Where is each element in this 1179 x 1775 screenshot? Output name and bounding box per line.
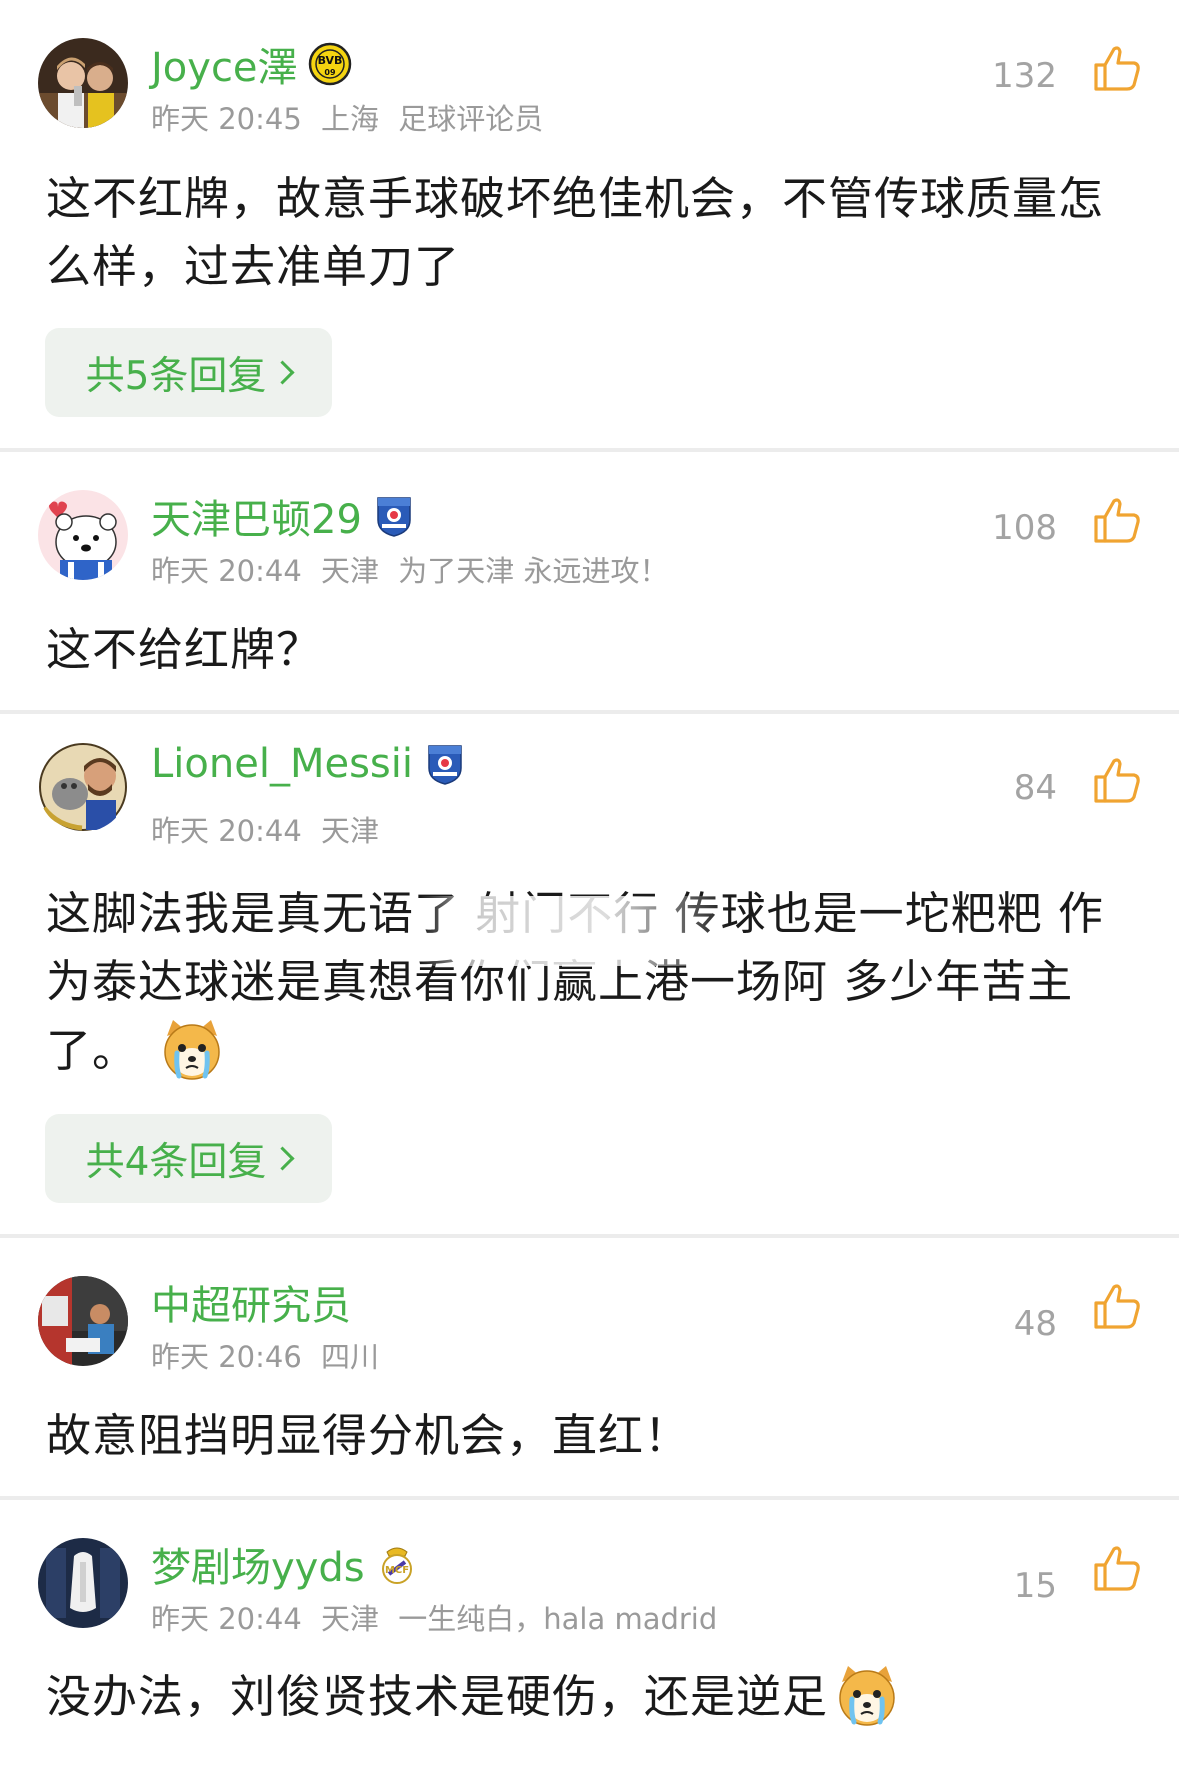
username[interactable]: Lionel_Messii: [151, 741, 413, 787]
chevron-right-icon: [270, 360, 295, 385]
location: 上海: [321, 102, 380, 136]
comment-text: 故意阻挡明显得分机会，直红！: [46, 1409, 691, 1462]
location: 天津: [321, 554, 380, 588]
thumbs-up-icon[interactable]: [1092, 755, 1142, 805]
like-count: 132: [992, 56, 1057, 96]
comment-meta: 昨天 20:44 天津 一生纯白，hala madrid: [151, 1596, 727, 1638]
view-replies-button[interactable]: 共4条回复: [45, 1114, 332, 1203]
comment-meta: 昨天 20:46 四川: [151, 1334, 389, 1376]
timestamp: 昨天 20:44: [151, 1602, 302, 1636]
svg-text:09: 09: [324, 68, 336, 77]
blur-overlay: [420, 896, 730, 966]
svg-text:MCF: MCF: [385, 1565, 409, 1576]
like-count: 84: [1013, 768, 1057, 808]
comment-meta: 昨天 20:44 天津 为了天津 永远进攻！: [151, 548, 678, 590]
avatar[interactable]: [38, 1276, 128, 1366]
thumbs-up-icon[interactable]: [1092, 43, 1142, 93]
avatar[interactable]: [38, 490, 128, 580]
comment-item: Joyce澤 BVB 09 昨天 20:45 上海 足球评论员 132 这不红牌…: [0, 0, 1179, 448]
comment-text-content: 没办法，刘俊贤技术是硬伤，还是逆足: [46, 1670, 829, 1723]
avatar[interactable]: [38, 742, 128, 832]
tianjin-club-badge-icon: [372, 494, 416, 538]
thumbs-up-icon[interactable]: [1092, 1543, 1142, 1593]
username[interactable]: 梦剧场yyds: [151, 1535, 365, 1593]
thumbs-up-icon[interactable]: [1092, 495, 1142, 545]
like-count: 15: [1013, 1566, 1057, 1606]
replies-label: 共5条回复: [85, 353, 267, 399]
comment-text-line: 了。: [46, 1024, 139, 1077]
user-tag: 一生纯白，hala madrid: [398, 1602, 718, 1636]
chevron-right-icon: [270, 1146, 295, 1171]
avatar[interactable]: [38, 38, 128, 128]
tianjin-club-badge-icon: [423, 742, 467, 786]
comment-meta: 昨天 20:45 上海 足球评论员: [151, 96, 553, 138]
user-tag: 为了天津 永远进攻！: [398, 554, 669, 588]
comment-item: 中超研究员 昨天 20:46 四川 48 故意阻挡明显得分机会，直红！: [0, 1238, 1179, 1496]
svg-text:BVB: BVB: [317, 54, 342, 67]
name-row: Lionel_Messii: [151, 738, 467, 790]
like-count: 48: [1013, 1304, 1057, 1344]
name-row: 天津巴顿29: [151, 487, 416, 545]
like-count: 108: [992, 508, 1057, 548]
view-replies-button[interactable]: 共5条回复: [45, 328, 332, 417]
real-madrid-badge-icon: MCF: [375, 1542, 419, 1586]
name-row: 中超研究员: [151, 1273, 351, 1331]
comment-feed: Joyce澤 BVB 09 昨天 20:45 上海 足球评论员 132 这不红牌…: [0, 0, 1179, 1775]
username[interactable]: 中超研究员: [151, 1273, 351, 1331]
bvb-badge-icon: BVB 09: [308, 42, 352, 86]
name-row: 梦剧场yyds MCF: [151, 1535, 419, 1593]
location: 天津: [321, 1602, 380, 1636]
comment-text: 这不红牌，故意手球破坏绝佳机会，不管传球质量怎么样，过去准单刀了: [46, 172, 1105, 293]
comment-text: 没办法，刘俊贤技术是硬伤，还是逆足: [46, 1662, 1146, 1731]
thumbs-up-icon[interactable]: [1092, 1281, 1142, 1331]
location: 四川: [321, 1340, 380, 1374]
crying-dog-emoji: [159, 1016, 225, 1082]
avatar[interactable]: [38, 1538, 128, 1628]
comment-text-line-last: 了。: [46, 1016, 1146, 1085]
name-row: Joyce澤 BVB 09: [151, 35, 352, 93]
user-tag: 足球评论员: [398, 102, 544, 136]
location: 天津: [321, 814, 380, 848]
timestamp: 昨天 20:44: [151, 814, 302, 848]
crying-dog-emoji: [834, 1662, 900, 1728]
comment-item: 梦剧场yyds MCF 昨天 20:44 天津 一生纯白，hala madrid…: [0, 1500, 1179, 1775]
timestamp: 昨天 20:44: [151, 554, 302, 588]
replies-label: 共4条回复: [85, 1139, 267, 1185]
timestamp: 昨天 20:45: [151, 102, 302, 136]
comment-meta: 昨天 20:44 天津: [151, 808, 389, 850]
timestamp: 昨天 20:46: [151, 1340, 302, 1374]
comment-text: 这不给红牌？: [46, 623, 323, 676]
username[interactable]: Joyce澤: [151, 35, 298, 93]
comment-item: 天津巴顿29 昨天 20:44 天津 为了天津 永远进攻！ 108 这不给红牌？: [0, 452, 1179, 710]
username[interactable]: 天津巴顿29: [151, 487, 362, 545]
comment-item: Lionel_Messii 昨天 20:44 天津 84 这脚法我是真无语了 传…: [0, 714, 1179, 1234]
